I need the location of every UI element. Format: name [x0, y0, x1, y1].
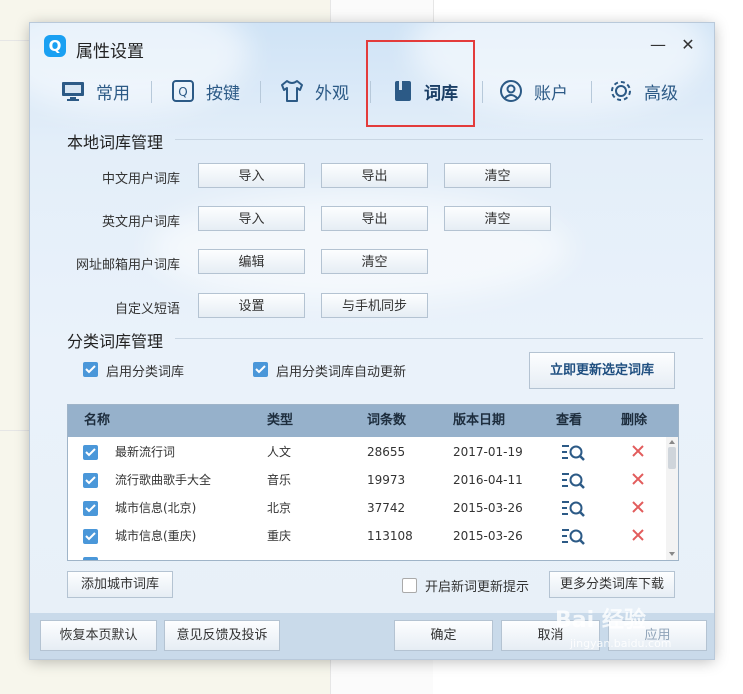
gear-icon: [611, 81, 631, 101]
tab-appearance[interactable]: 外观: [279, 71, 349, 111]
row-name: 最新流行词: [115, 445, 176, 459]
phrase-settings-button[interactable]: 设置: [198, 293, 305, 318]
user-icon: [500, 80, 522, 102]
window-title: 属性设置: [76, 42, 144, 62]
minimize-button[interactable]: —: [648, 35, 668, 55]
row-date: 2016-04-11: [453, 473, 523, 487]
row-label: 中文用户词库: [101, 172, 180, 187]
row-label: 网址邮箱用户词库: [75, 258, 180, 273]
column-header: 查看: [556, 413, 583, 428]
row-checkbox[interactable]: [83, 529, 98, 544]
row-type: 重庆: [267, 529, 292, 543]
watermark-url: jingyan.baidu.com: [570, 637, 672, 650]
clear-url-button[interactable]: 清空: [321, 249, 428, 274]
table-row[interactable]: 城市信息(重庆) 重庆 113108 2015-03-26: [68, 522, 666, 550]
watermark-logo: Bai 经验: [555, 608, 646, 633]
tab-advanced[interactable]: 高级: [608, 71, 678, 111]
app-logo: Q: [44, 35, 66, 57]
sync-phone-button[interactable]: 与手机同步: [321, 293, 428, 318]
table-row[interactable]: 流行歌曲歌手大全 音乐 19973 2016-04-11: [68, 466, 666, 494]
export-english-button[interactable]: 导出: [321, 206, 428, 231]
tab-account[interactable]: 账户: [498, 71, 568, 111]
delete-icon[interactable]: [631, 472, 645, 486]
row-date: 2017-01-19: [453, 445, 523, 459]
update-now-button[interactable]: 立即更新选定词库: [529, 352, 675, 389]
enable-category-label: 启用分类词库: [106, 365, 185, 380]
enable-category-checkbox[interactable]: [83, 362, 98, 377]
view-icon[interactable]: [562, 498, 586, 518]
row-count: 19973: [367, 473, 406, 487]
row-name: 城市信息(北京): [115, 501, 197, 515]
local-section-title: 本地词库管理: [67, 133, 164, 152]
row-type: 北京: [267, 501, 292, 515]
view-icon[interactable]: [562, 442, 586, 462]
svg-text:Q: Q: [178, 85, 187, 99]
row-checkbox[interactable]: [83, 557, 98, 560]
auto-update-label: 启用分类词库自动更新: [276, 365, 407, 380]
category-section-title: 分类词库管理: [67, 332, 164, 351]
row-checkbox[interactable]: [83, 501, 98, 516]
tab-label: 账户: [534, 83, 568, 104]
row-checkbox[interactable]: [83, 445, 98, 460]
view-icon[interactable]: [562, 470, 586, 490]
edit-url-button[interactable]: 编辑: [198, 249, 305, 274]
tab-label: 高级: [644, 83, 678, 104]
shirt-icon: [281, 80, 303, 102]
category-table: 名称 类型 词条数 版本日期 查看 删除 最新流行词 人文 28655 2017…: [67, 404, 679, 561]
row-count: 113108: [367, 529, 413, 543]
restore-default-button[interactable]: 恢复本页默认: [40, 620, 157, 651]
row-label: 英文用户词库: [101, 215, 180, 230]
key-icon: Q: [172, 80, 194, 102]
import-english-button[interactable]: 导入: [198, 206, 305, 231]
settings-dialog: Q 属性设置 — ✕ 常用 Q 按键 外观 词库 账户 高级 本地词库管理 中文…: [30, 23, 714, 659]
delete-icon[interactable]: [631, 528, 645, 542]
scroll-thumb: [668, 447, 676, 469]
column-header: 删除: [621, 413, 648, 428]
close-button[interactable]: ✕: [678, 35, 698, 55]
tab-label: 常用: [96, 83, 130, 104]
view-icon[interactable]: [562, 526, 586, 546]
table-row[interactable]: 城市信息(北京) 北京 37742 2015-03-26: [68, 494, 666, 522]
highlight-box: [366, 40, 475, 127]
table-header: 名称 类型 词条数 版本日期 查看 删除: [68, 405, 678, 437]
feedback-button[interactable]: 意见反馈及投诉: [164, 620, 280, 651]
row-date: 2015-03-26: [453, 501, 523, 515]
table-scrollbar[interactable]: [666, 437, 678, 560]
export-chinese-button[interactable]: 导出: [321, 163, 428, 188]
row-name: 城市信息(重庆): [115, 529, 197, 543]
delete-icon[interactable]: [631, 444, 645, 458]
column-header: 版本日期: [453, 413, 506, 428]
import-chinese-button[interactable]: 导入: [198, 163, 305, 188]
tab-label: 外观: [315, 83, 349, 104]
row-type: 音乐: [267, 473, 292, 487]
clear-chinese-button[interactable]: 清空: [444, 163, 551, 188]
row-label: 自定义短语: [114, 302, 180, 317]
monitor-icon: [62, 82, 84, 101]
delete-icon[interactable]: [631, 500, 645, 514]
row-count: 37742: [367, 501, 406, 515]
column-header: 名称: [84, 413, 111, 428]
tab-label: 按键: [206, 83, 240, 104]
table-row[interactable]: 最新流行词 人文 28655 2017-01-19: [68, 438, 666, 466]
row-checkbox[interactable]: [83, 473, 98, 488]
ok-button[interactable]: 确定: [394, 620, 493, 651]
clear-english-button[interactable]: 清空: [444, 206, 551, 231]
more-download-button[interactable]: 更多分类词库下载: [549, 571, 675, 598]
column-header: 词条数: [367, 413, 407, 428]
new-word-tip-label: 开启新词更新提示: [425, 580, 530, 595]
tab-keys[interactable]: Q 按键: [170, 71, 240, 111]
new-word-tip-checkbox[interactable]: [402, 578, 417, 593]
row-name: 流行歌曲歌手大全: [115, 473, 212, 487]
row-type: 人文: [267, 445, 292, 459]
scroll-up-arrow: [669, 440, 675, 444]
add-city-button[interactable]: 添加城市词库: [67, 571, 173, 598]
auto-update-checkbox[interactable]: [253, 362, 268, 377]
column-header: 类型: [267, 413, 294, 428]
row-date: 2015-03-26: [453, 529, 523, 543]
row-count: 28655: [367, 445, 406, 459]
scroll-down-arrow: [669, 552, 675, 556]
table-row[interactable]: [68, 550, 666, 560]
tab-general[interactable]: 常用: [60, 71, 130, 111]
